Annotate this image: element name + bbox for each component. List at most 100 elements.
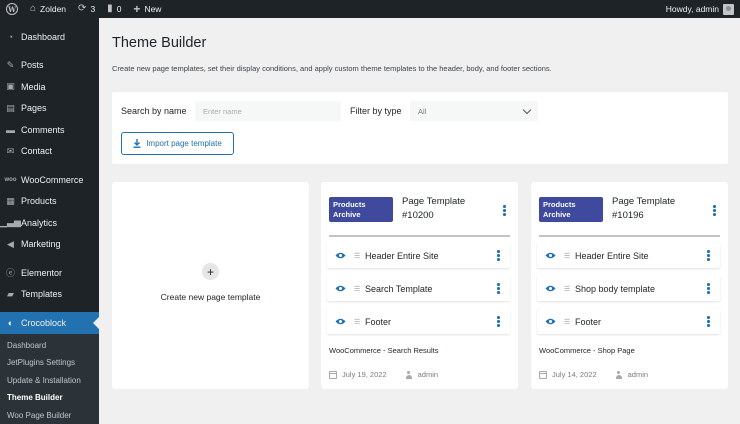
list-icon: ☰ xyxy=(564,252,571,260)
condition-row[interactable]: ☰ Header Entire Site xyxy=(327,243,510,268)
updates-icon: ⟳ xyxy=(78,3,87,14)
new-content-link[interactable]: + New xyxy=(127,0,167,18)
template-title: Page Template #10200 xyxy=(402,195,465,223)
sidebar-item-products[interactable]: ▦ Products xyxy=(0,191,99,213)
sidebar-item-media[interactable]: ▣ Media xyxy=(0,76,99,98)
media-icon: ▣ xyxy=(6,81,15,92)
sidebar-item-dashboard[interactable]: ◔ Dashboard xyxy=(0,26,99,48)
eye-icon[interactable] xyxy=(545,252,556,259)
condition-row[interactable]: ☰ Footer xyxy=(327,309,510,334)
eye-icon[interactable] xyxy=(335,285,346,292)
download-icon xyxy=(133,139,141,148)
template-meta: July 14, 2022 admin xyxy=(539,370,648,379)
condition-row[interactable]: ☰ Search Template xyxy=(327,276,510,301)
import-template-button[interactable]: Import page template xyxy=(121,132,234,155)
condition-row[interactable]: ☰ Footer xyxy=(537,309,720,334)
badge-line: Products xyxy=(333,200,366,209)
page-title: Theme Builder xyxy=(112,35,207,51)
eye-icon[interactable] xyxy=(545,285,556,292)
condition-menu-icon[interactable] xyxy=(707,316,710,327)
submenu-dashboard[interactable]: Dashboard xyxy=(0,337,99,355)
template-author: admin xyxy=(627,370,649,379)
plus-icon: + xyxy=(202,263,219,280)
condition-menu-icon[interactable] xyxy=(497,283,500,294)
sidebar-item-label: Media xyxy=(21,81,46,92)
submenu-theme-builder[interactable]: Theme Builder xyxy=(0,389,99,407)
divider xyxy=(329,235,510,237)
template-type-badge: Products Archive xyxy=(539,197,603,222)
condition-row[interactable]: ☰ Shop body template xyxy=(537,276,720,301)
condition-label: Header Entire Site xyxy=(365,250,439,261)
user-icon xyxy=(405,370,413,379)
condition-menu-icon[interactable] xyxy=(497,250,500,261)
calendar-icon xyxy=(539,370,547,379)
comments-count: 0 xyxy=(116,4,122,14)
sidebar-item-elementor[interactable]: ⓔ Elementor xyxy=(0,262,99,284)
mail-icon: ✉ xyxy=(6,145,15,156)
search-input[interactable]: Enter name xyxy=(195,101,341,121)
template-menu-icon[interactable] xyxy=(503,205,506,216)
eye-icon[interactable] xyxy=(335,252,346,259)
badge-line: Archive xyxy=(333,210,361,219)
submenu-woo-page-builder[interactable]: Woo Page Builder xyxy=(0,407,99,424)
megaphone-icon: ◀ xyxy=(7,238,14,249)
plus-icon: + xyxy=(133,2,141,16)
condition-label: Header Entire Site xyxy=(575,250,649,261)
sidebar-item-woocommerce[interactable]: woo WooCommerce xyxy=(0,169,99,191)
condition-label: Footer xyxy=(365,316,392,327)
template-menu-icon[interactable] xyxy=(713,205,716,216)
template-card: Products Archive Page Template #10196 ☰ … xyxy=(531,182,728,389)
home-icon: ⌂ xyxy=(30,3,37,14)
sidebar-item-crocoblock[interactable]: ◐ Crocoblock xyxy=(0,312,99,334)
eye-icon[interactable] xyxy=(335,318,346,325)
search-placeholder: Enter name xyxy=(203,106,242,116)
comments-link[interactable]: ▮ 0 xyxy=(101,0,127,18)
sidebar-item-label: Comments xyxy=(21,124,65,135)
create-template-card[interactable]: + Create new page template xyxy=(112,182,309,389)
submenu-update-installation[interactable]: Update & Installation xyxy=(0,372,99,390)
sidebar-item-contact[interactable]: ✉ Contact xyxy=(0,141,99,163)
sidebar-item-label: Templates xyxy=(21,289,63,300)
template-type-badge: Products Archive xyxy=(329,197,393,222)
condition-menu-icon[interactable] xyxy=(707,250,710,261)
template-date: July 19, 2022 xyxy=(342,370,387,379)
wordpress-logo-icon: W xyxy=(6,3,18,15)
template-id: #10200 xyxy=(402,210,434,221)
type-filter-select[interactable]: All xyxy=(410,101,538,121)
submenu-jetplugins-settings[interactable]: JetPlugins Settings xyxy=(0,354,99,372)
pages-icon: ▤ xyxy=(6,102,15,113)
chevron-down-icon xyxy=(522,105,532,114)
eye-icon[interactable] xyxy=(545,318,556,325)
template-type-label: WooCommerce - Shop Page xyxy=(539,346,635,355)
admin-bar: W ⌂ Zolden ⟳ 3 ▮ 0 + New Howdy, admin xyxy=(0,0,740,18)
wordpress-logo-button[interactable]: W xyxy=(0,0,24,18)
crocoblock-submenu: Dashboard JetPlugins Settings Update & I… xyxy=(0,333,99,424)
list-icon: ☰ xyxy=(354,318,361,326)
template-meta: July 19, 2022 admin xyxy=(329,370,438,379)
my-account-link[interactable]: Howdy, admin xyxy=(660,0,740,18)
template-date: July 14, 2022 xyxy=(552,370,597,379)
sidebar-item-pages[interactable]: ▤ Pages xyxy=(0,98,99,120)
condition-label: Search Template xyxy=(365,283,433,294)
badge-line: Products xyxy=(543,200,576,209)
sidebar-item-posts[interactable]: ✎ Posts xyxy=(0,55,99,77)
condition-menu-icon[interactable] xyxy=(707,283,710,294)
updates-link[interactable]: ⟳ 3 xyxy=(72,0,101,18)
template-id: #10196 xyxy=(612,210,644,221)
list-icon: ☰ xyxy=(564,318,571,326)
updates-count: 3 xyxy=(90,4,96,14)
site-name-link[interactable]: ⌂ Zolden xyxy=(24,0,72,18)
badge-line: Archive xyxy=(543,210,571,219)
template-card: Products Archive Page Template #10200 ☰ … xyxy=(321,182,518,389)
sidebar-item-label: Contact xyxy=(21,146,53,157)
sidebar-item-templates[interactable]: ▰ Templates xyxy=(0,284,99,306)
page-description: Create new page templates, set their dis… xyxy=(112,64,552,73)
sidebar-item-comments[interactable]: ▬ Comments xyxy=(0,119,99,141)
condition-row[interactable]: ☰ Header Entire Site xyxy=(537,243,720,268)
sidebar-item-label: Pages xyxy=(21,103,47,114)
calendar-icon xyxy=(329,370,337,379)
elementor-icon: ⓔ xyxy=(5,268,15,279)
sidebar-item-marketing[interactable]: ◀ Marketing xyxy=(0,234,99,256)
sidebar-item-analytics[interactable]: ▁▃▅ Analytics xyxy=(0,212,99,234)
condition-menu-icon[interactable] xyxy=(497,316,500,327)
